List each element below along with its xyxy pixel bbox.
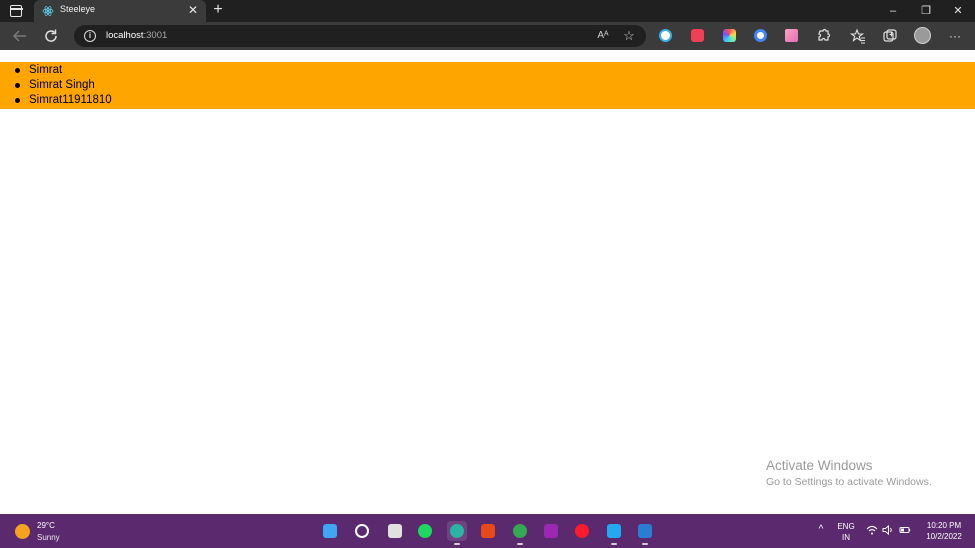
watermark-title: Activate Windows bbox=[766, 458, 873, 473]
colorzilla-icon[interactable] bbox=[659, 29, 672, 42]
vscode-icon bbox=[607, 524, 621, 538]
url-port: :3001 bbox=[143, 30, 168, 41]
taskbar-app-search[interactable] bbox=[352, 521, 372, 541]
taskbar-app-office[interactable] bbox=[478, 521, 498, 541]
wifi-icon[interactable] bbox=[866, 524, 878, 536]
running-indicator bbox=[454, 543, 460, 545]
running-indicator bbox=[611, 543, 617, 545]
refresh-icon[interactable] bbox=[42, 27, 60, 45]
bullet-icon bbox=[15, 83, 20, 88]
office-icon bbox=[481, 524, 495, 538]
taskbar-app-spotify[interactable] bbox=[415, 521, 435, 541]
gradient-icon[interactable] bbox=[785, 29, 798, 42]
clock-date: 10/2/2022 bbox=[926, 532, 962, 541]
taskbar-app-onenote[interactable] bbox=[541, 521, 561, 541]
input-language[interactable]: ENG IN bbox=[836, 521, 856, 543]
restore-button[interactable]: ❐ bbox=[917, 3, 935, 19]
pocket-icon[interactable] bbox=[691, 29, 704, 42]
tab-close-icon[interactable]: ✕ bbox=[186, 3, 200, 17]
more-options-icon[interactable]: ··· bbox=[947, 28, 963, 44]
weather-temperature[interactable]: 29°C bbox=[37, 521, 55, 530]
word-icon bbox=[638, 524, 652, 538]
bullet-icon bbox=[15, 68, 20, 73]
weather-condition[interactable]: Sunny bbox=[37, 533, 60, 542]
edge-icon bbox=[450, 524, 464, 538]
show-hidden-icons-chevron[interactable]: ^ bbox=[815, 524, 827, 536]
window-close-button[interactable]: ✕ bbox=[949, 3, 967, 19]
volume-icon[interactable] bbox=[882, 524, 894, 536]
bullet-icon bbox=[15, 98, 20, 103]
windows-start-icon bbox=[323, 524, 337, 538]
running-indicator bbox=[517, 543, 523, 545]
list-item: Simrat Singh bbox=[0, 78, 975, 93]
tab-actions-icon[interactable] bbox=[8, 4, 24, 18]
spotify-icon bbox=[418, 524, 432, 538]
react-favicon-icon bbox=[42, 6, 54, 16]
list-item: Simrat11911810 bbox=[0, 93, 975, 108]
site-info-icon[interactable]: i bbox=[84, 30, 96, 42]
profile-avatar[interactable] bbox=[914, 27, 931, 44]
browser-toolbar: i localhost:3001 Aᴬ ☆ ··· bbox=[0, 22, 975, 50]
wappalyzer-icon[interactable] bbox=[754, 29, 767, 42]
address-bar[interactable]: i localhost:3001 Aᴬ ☆ bbox=[74, 25, 646, 47]
page-content: Simrat Simrat Singh Simrat11911810 Activat… bbox=[0, 50, 975, 514]
task-view-icon bbox=[388, 524, 402, 538]
sun-icon[interactable] bbox=[15, 524, 30, 539]
name-list: Simrat Simrat Singh Simrat11911810 bbox=[0, 62, 975, 109]
tab-title: Steeleye bbox=[60, 4, 96, 14]
windows-taskbar: 29°C Sunny ^ ENG IN 10:20 PM 10/2/2022 bbox=[0, 514, 975, 548]
list-item-text: Simrat11911810 bbox=[29, 94, 112, 106]
taskbar-app-opera[interactable] bbox=[572, 521, 592, 541]
taskbar-app-word[interactable] bbox=[635, 521, 655, 545]
extensions-icon[interactable] bbox=[815, 28, 831, 44]
taskbar-app-windows-start[interactable] bbox=[320, 521, 340, 541]
add-favorite-icon[interactable]: ☆ bbox=[622, 29, 636, 43]
clock-time: 10:20 PM bbox=[926, 521, 962, 530]
taskbar-clock[interactable]: 10:20 PM 10/2/2022 bbox=[918, 520, 970, 542]
running-indicator bbox=[642, 543, 648, 545]
url-text[interactable]: localhost:3001 bbox=[106, 30, 167, 41]
taskbar-app-edge[interactable] bbox=[447, 521, 467, 545]
battery-icon[interactable] bbox=[899, 524, 911, 536]
region-code: IN bbox=[842, 533, 850, 542]
onenote-icon bbox=[544, 524, 558, 538]
activate-windows-watermark: Activate Windows Go to Settings to activ… bbox=[766, 458, 932, 490]
minimize-button[interactable]: – bbox=[884, 3, 902, 19]
watermark-subtitle: Go to Settings to activate Windows. bbox=[766, 476, 932, 488]
favorites-icon[interactable] bbox=[850, 28, 866, 44]
opera-icon bbox=[575, 524, 589, 538]
new-tab-button[interactable]: + bbox=[210, 1, 226, 19]
taskbar-app-vscode[interactable] bbox=[604, 521, 624, 545]
back-arrow-icon[interactable] bbox=[11, 27, 29, 45]
chrome-icon bbox=[513, 524, 527, 538]
collections-icon[interactable] bbox=[882, 28, 898, 44]
browser-tab-strip: Steeleye ✕ + – ❐ ✕ bbox=[0, 0, 975, 22]
list-item: Simrat bbox=[0, 63, 975, 78]
tab-steeleye[interactable]: Steeleye ✕ bbox=[34, 0, 206, 22]
taskbar-app-task-view[interactable] bbox=[385, 521, 405, 541]
list-item-text: Simrat bbox=[29, 64, 63, 76]
url-host: localhost bbox=[106, 30, 144, 41]
language-code: ENG bbox=[837, 522, 855, 531]
search-icon bbox=[355, 524, 369, 538]
color-picker-icon[interactable] bbox=[723, 29, 736, 42]
taskbar-app-chrome[interactable] bbox=[510, 521, 530, 545]
read-aloud-icon[interactable]: Aᴬ bbox=[596, 29, 610, 43]
list-item-text: Simrat Singh bbox=[29, 79, 95, 91]
